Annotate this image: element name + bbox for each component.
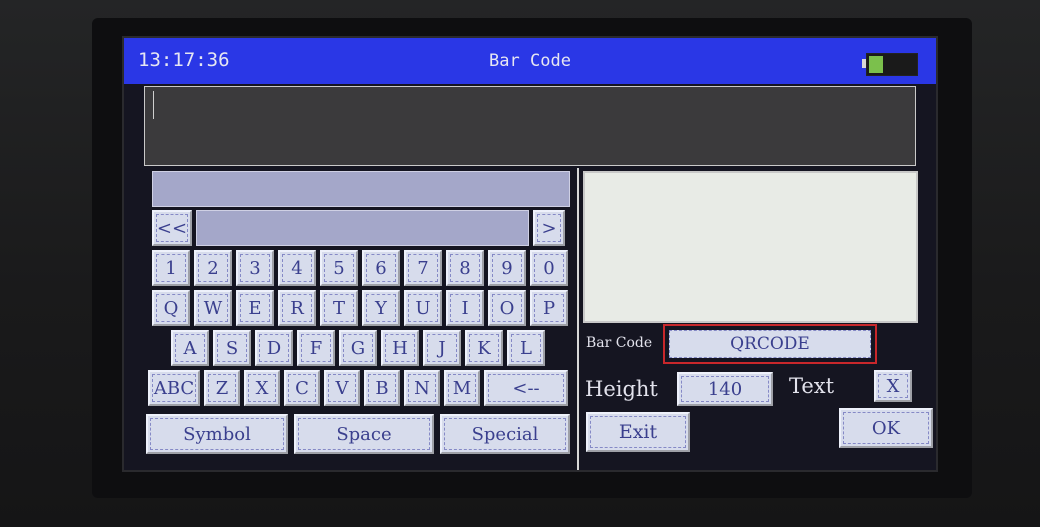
key-g[interactable]: G xyxy=(339,330,377,366)
barcode-preview xyxy=(583,171,918,323)
text-label: Text xyxy=(789,374,835,398)
backspace-button[interactable]: <-- xyxy=(484,370,568,406)
key-8[interactable]: 8 xyxy=(446,250,484,286)
title-bar: 13:17:36 Bar Code xyxy=(124,38,936,84)
key-f[interactable]: F xyxy=(297,330,335,366)
exit-button[interactable]: Exit xyxy=(586,412,690,452)
battery-icon xyxy=(866,53,918,76)
key-6[interactable]: 6 xyxy=(362,250,400,286)
key-v[interactable]: V xyxy=(324,370,360,406)
key-i[interactable]: I xyxy=(446,290,484,326)
nav-next-button[interactable]: > xyxy=(533,210,565,246)
keyboard-nav-bar xyxy=(196,210,529,246)
key-k[interactable]: K xyxy=(465,330,503,366)
special-button[interactable]: Special xyxy=(440,414,570,454)
key-4[interactable]: 4 xyxy=(278,250,316,286)
key-r[interactable]: R xyxy=(278,290,316,326)
key-h[interactable]: H xyxy=(381,330,419,366)
key-b[interactable]: B xyxy=(364,370,400,406)
key-q[interactable]: Q xyxy=(152,290,190,326)
key-l[interactable]: L xyxy=(507,330,545,366)
battery-segment xyxy=(898,56,900,73)
text-cursor xyxy=(153,91,154,119)
key-u[interactable]: U xyxy=(404,290,442,326)
key-z[interactable]: Z xyxy=(204,370,240,406)
panel-divider xyxy=(577,168,579,470)
symbol-button[interactable]: Symbol xyxy=(146,414,288,454)
height-input[interactable]: 140 xyxy=(677,372,773,406)
battery-level xyxy=(869,56,883,73)
ok-button[interactable]: OK xyxy=(839,408,933,448)
key-n[interactable]: N xyxy=(404,370,440,406)
key-0[interactable]: 0 xyxy=(530,250,568,286)
key-9[interactable]: 9 xyxy=(488,250,526,286)
lcd-screen: 13:17:36 Bar Code << > 1 2 3 4 5 6 7 8 9… xyxy=(124,38,936,470)
key-j[interactable]: J xyxy=(423,330,461,366)
key-abc-mode[interactable]: ABC xyxy=(148,370,200,406)
key-d[interactable]: D xyxy=(255,330,293,366)
key-y[interactable]: Y xyxy=(362,290,400,326)
key-c[interactable]: C xyxy=(284,370,320,406)
bar-code-type-select[interactable]: QRCODE xyxy=(663,324,877,364)
bar-code-type-value: QRCODE xyxy=(669,330,871,358)
key-o[interactable]: O xyxy=(488,290,526,326)
key-m[interactable]: M xyxy=(444,370,480,406)
space-button[interactable]: Space xyxy=(294,414,434,454)
key-w[interactable]: W xyxy=(194,290,232,326)
key-2[interactable]: 2 xyxy=(194,250,232,286)
bar-code-label: Bar Code xyxy=(586,335,653,351)
key-x[interactable]: X xyxy=(244,370,280,406)
key-5[interactable]: 5 xyxy=(320,250,358,286)
key-7[interactable]: 7 xyxy=(404,250,442,286)
text-toggle-button[interactable]: X xyxy=(874,370,912,402)
key-1[interactable]: 1 xyxy=(152,250,190,286)
screen-title: Bar Code xyxy=(489,51,571,71)
text-input-area[interactable] xyxy=(144,86,916,166)
height-label: Height xyxy=(585,377,658,401)
key-e[interactable]: E xyxy=(236,290,274,326)
keyboard-display xyxy=(152,171,570,207)
battery-segment xyxy=(883,56,885,73)
key-3[interactable]: 3 xyxy=(236,250,274,286)
key-t[interactable]: T xyxy=(320,290,358,326)
nav-prev-button[interactable]: << xyxy=(152,210,192,246)
key-s[interactable]: S xyxy=(213,330,251,366)
key-p[interactable]: P xyxy=(530,290,568,326)
key-a[interactable]: A xyxy=(171,330,209,366)
